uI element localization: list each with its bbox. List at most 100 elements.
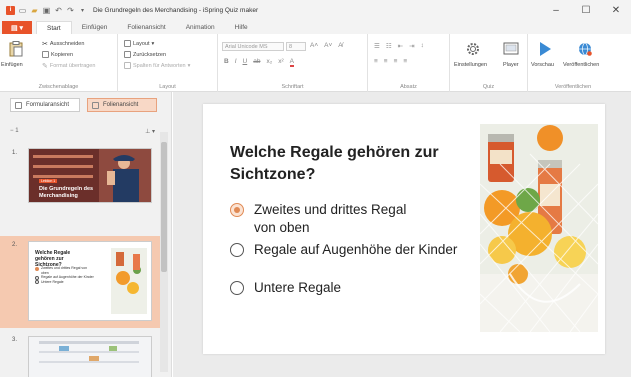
file-menu-button[interactable]: ▤ ▾ — [2, 21, 32, 34]
thumbnail-answers: Zweites und drittes Regal von oben Regal… — [35, 266, 95, 284]
undo-icon[interactable]: ↶ — [54, 6, 63, 15]
format-painter-button[interactable]: ✎ Format übertragen — [42, 62, 95, 70]
window-title: Die Grundregeln des Merchandising - iSpr… — [93, 6, 259, 14]
answer-columns-button[interactable]: Spalten für Antworten ▾ — [124, 62, 190, 69]
save-icon[interactable]: ▣ — [42, 6, 51, 15]
slide-view-icon — [92, 101, 99, 109]
title-bar: i ▭ ▰ ▣ ↶ ↷ ▾ Die Grundregeln des Mercha… — [0, 0, 631, 20]
close-button[interactable]: ✕ — [601, 0, 631, 20]
thumbnails-scrollbar[interactable] — [160, 132, 168, 372]
question-group-header[interactable]: − 1 ⊥ ▾ — [10, 128, 155, 137]
layout-group-label: Layout — [159, 84, 176, 90]
italic-icon[interactable]: I — [235, 58, 237, 67]
paste-button[interactable]: Einfügen — [1, 62, 23, 68]
paste-icon[interactable] — [8, 40, 24, 58]
slide-number: 3. — [12, 337, 18, 343]
slide-canvas: Welche Regale gehören zur Sichtzone? Zwe… — [173, 92, 631, 377]
tab-help[interactable]: Hilfe — [225, 21, 258, 34]
font-size-select[interactable]: 8 — [286, 42, 306, 51]
shrink-font-icon[interactable]: A˅ — [324, 42, 332, 49]
clipboard-group: Einfügen ✂ Ausschneiden Kopieren ✎ Format … — [0, 34, 118, 92]
decrease-indent-icon[interactable]: ⇤ — [398, 42, 403, 50]
play-icon[interactable] — [536, 40, 554, 58]
tab-slide-view[interactable]: Folienansicht — [117, 21, 175, 34]
player-button[interactable]: Player — [503, 62, 519, 68]
copy-icon — [42, 51, 49, 58]
collapse-icon[interactable]: − — [10, 128, 14, 134]
form-view-label: Formularansicht — [26, 102, 70, 108]
new-file-icon[interactable]: ▭ — [18, 6, 27, 15]
font-family-select[interactable]: Arial Unicode MS — [222, 42, 284, 51]
align-buttons: ≡ ≡ ≡ ≡ — [374, 58, 407, 65]
clear-format-icon[interactable]: A̸ — [338, 42, 342, 49]
slide-thumbnail-row[interactable]: 3. — [0, 332, 160, 377]
underline-icon[interactable]: U — [243, 58, 248, 67]
player-icon[interactable] — [502, 40, 520, 58]
open-folder-icon[interactable]: ▰ — [30, 6, 39, 15]
font-color-icon[interactable]: A — [289, 58, 294, 67]
quiz-group: Einstellungen Player Quiz — [450, 34, 528, 92]
lesson-tag: Lektion 1 — [39, 179, 58, 183]
chevron-down-icon: ▾ — [187, 62, 191, 69]
slide-thumbnail-row-selected[interactable]: 2. Welche Regale gehören zur Sichtzone? … — [0, 236, 160, 328]
numbered-list-icon[interactable]: ☷ — [386, 42, 392, 50]
minimize-button[interactable]: – — [541, 0, 571, 20]
answer-option[interactable]: Zweites und drittes Regal von oben — [230, 201, 420, 237]
thumbnail-image — [111, 248, 147, 314]
customize-toolbar-icon[interactable]: ▾ — [78, 6, 87, 15]
bold-icon[interactable]: B — [224, 58, 229, 67]
tab-insert[interactable]: Einfügen — [72, 21, 118, 34]
reset-icon — [124, 51, 131, 58]
settings-button[interactable]: Einstellungen — [454, 62, 487, 68]
grow-font-icon[interactable]: A˄ — [310, 42, 318, 49]
slide-number: 2. — [12, 242, 18, 248]
question-group-label: 1 — [15, 128, 19, 134]
slide-thumbnail[interactable]: Welche Regale gehören zur Sichtzone? Zwe… — [28, 241, 152, 321]
slide-view-button[interactable]: Folienansicht — [87, 98, 157, 112]
align-right-icon[interactable]: ≡ — [394, 58, 398, 65]
answer-option[interactable]: Untere Regale — [230, 279, 460, 297]
align-left-icon[interactable]: ≡ — [374, 58, 378, 65]
tab-animation[interactable]: Animation — [176, 21, 225, 34]
slide-thumbnail[interactable] — [28, 336, 152, 377]
form-view-button[interactable]: Formularansicht — [10, 98, 80, 112]
scrollbar-thumb[interactable] — [161, 142, 167, 272]
clipboard-group-label: Zwischenablage — [38, 84, 79, 90]
gear-icon[interactable] — [464, 40, 482, 58]
line-spacing-icon[interactable]: ↕ — [421, 42, 424, 50]
radio-icon[interactable] — [230, 281, 244, 295]
radio-selected-icon[interactable] — [230, 203, 244, 217]
globe-icon[interactable] — [576, 40, 594, 58]
list-buttons: ☰ ☷ ⇤ ⇥ ↕ — [374, 42, 424, 50]
publish-button[interactable]: Veröffentlichen — [563, 62, 599, 68]
form-view-icon — [15, 101, 22, 109]
redo-icon[interactable]: ↷ — [66, 6, 75, 15]
justify-icon[interactable]: ≡ — [403, 58, 407, 65]
answer-option[interactable]: Regale auf Augenhöhe der Kinder — [230, 241, 460, 259]
align-center-icon[interactable]: ≡ — [384, 58, 388, 65]
increase-indent-icon[interactable]: ⇥ — [409, 42, 414, 50]
publish-group: Vorschau Veröffentlichen Veröffentlichen — [528, 34, 618, 92]
answer-text: Regale auf Augenhöhe der Kinder — [254, 242, 458, 257]
layout-group: Layout ▾ Zurücksetzen Spalten für Antwort… — [118, 34, 218, 92]
radio-icon[interactable] — [230, 243, 244, 257]
brush-icon: ✎ — [42, 63, 48, 70]
font-group-label: Schriftart — [281, 84, 304, 90]
reset-button[interactable]: Zurücksetzen — [124, 51, 166, 58]
question-text[interactable]: Welche Regale gehören zur Sichtzone? — [230, 142, 440, 186]
group-menu-icon[interactable]: ⊥ ▾ — [145, 128, 155, 137]
slide-thumbnail[interactable]: Lektion 1 Die Grundregeln des Merchandis… — [28, 148, 152, 203]
slide-thumbnail-row[interactable]: 1. Lektion 1 Die Grundregeln des Merchan… — [0, 144, 160, 208]
cut-button[interactable]: ✂ Ausschneiden — [42, 40, 84, 48]
layout-button[interactable]: Layout ▾ — [124, 40, 154, 47]
slide[interactable]: Welche Regale gehören zur Sichtzone? Zwe… — [203, 104, 605, 354]
grocery-net-bag-image[interactable] — [480, 124, 598, 332]
maximize-button[interactable]: ☐ — [571, 0, 601, 20]
preview-button[interactable]: Vorschau — [531, 62, 554, 68]
strikethrough-icon[interactable]: ab — [253, 58, 260, 67]
copy-button[interactable]: Kopieren — [42, 51, 73, 58]
superscript-icon[interactable]: x² — [278, 58, 283, 67]
bullet-list-icon[interactable]: ☰ — [374, 42, 380, 50]
tab-start[interactable]: Start — [36, 21, 72, 34]
subscript-icon[interactable]: x₂ — [266, 58, 272, 67]
